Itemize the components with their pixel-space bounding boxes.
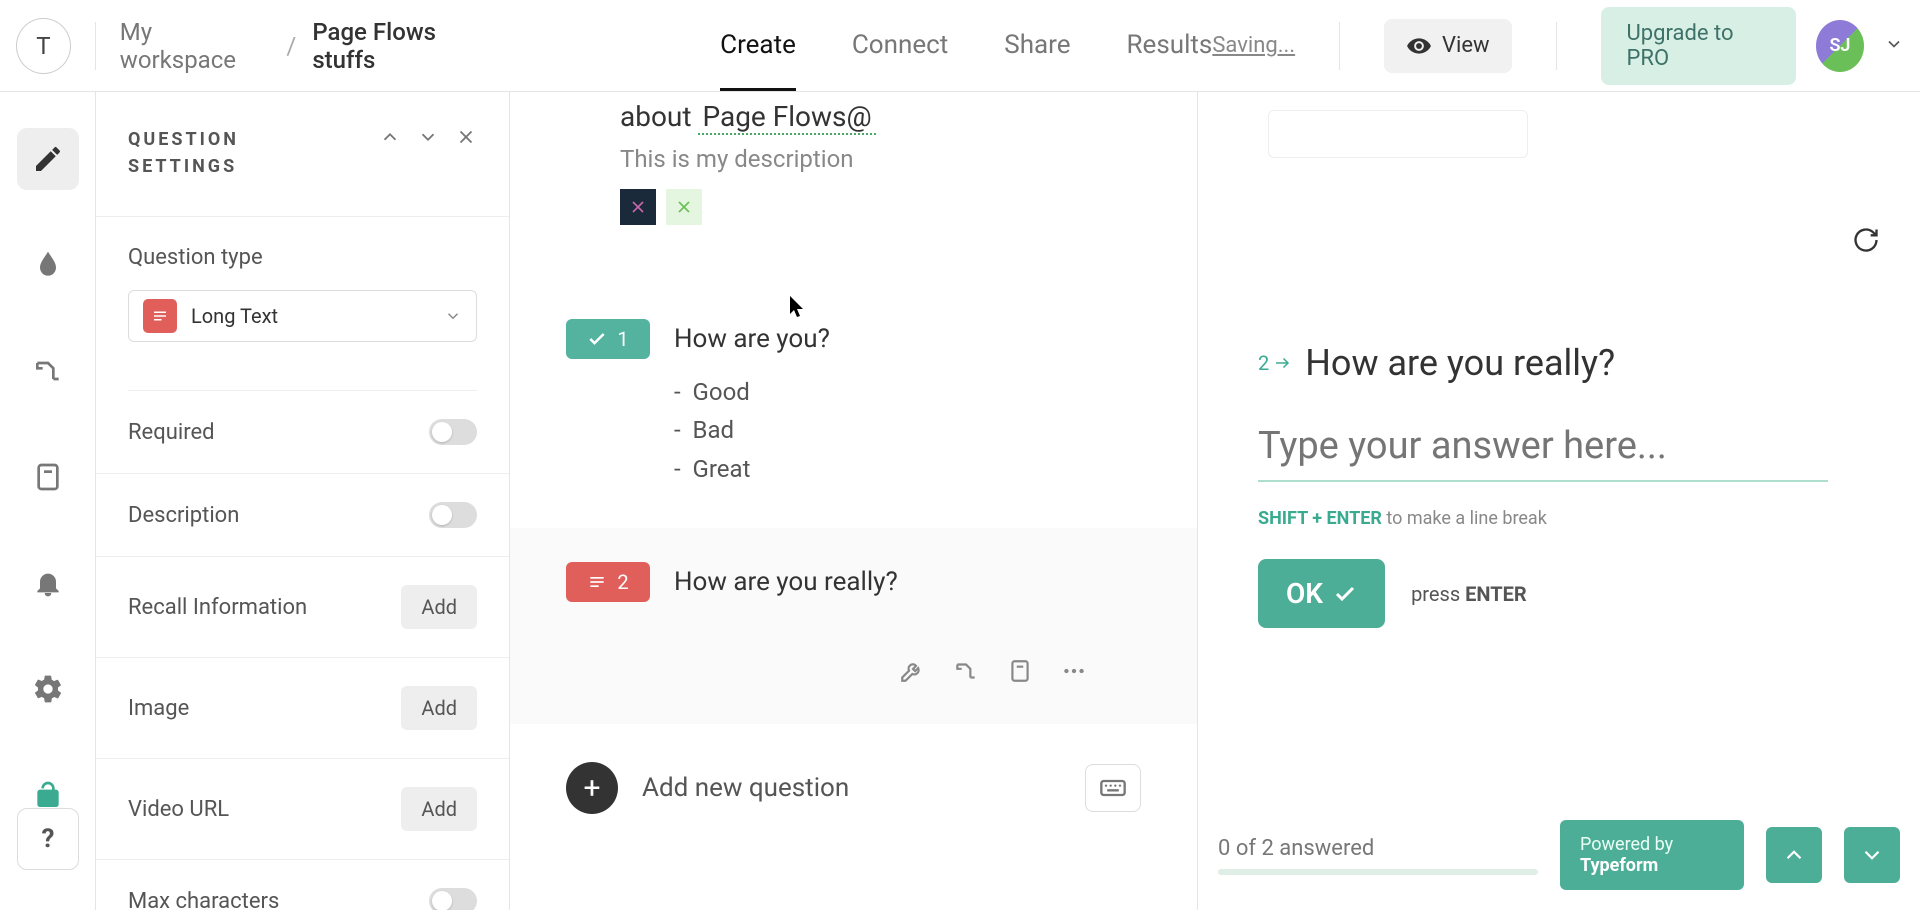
preview-placeholder-box	[1268, 110, 1528, 158]
question-badge-2: 2	[566, 562, 650, 602]
view-button[interactable]: View	[1384, 19, 1512, 73]
answer-hint: SHIFT + ENTER to make a line break	[1258, 508, 1860, 529]
eye-icon	[1406, 33, 1432, 59]
prev-question-icon[interactable]	[379, 126, 401, 152]
image-add-button[interactable]: Add	[401, 686, 477, 730]
question-settings-panel: QUESTION SETTINGS Question type Long Tex…	[96, 92, 510, 910]
close-settings-icon[interactable]	[455, 126, 477, 152]
user-avatar[interactable]: SJ	[1816, 20, 1864, 72]
welcome-title: about Page Flows@	[620, 100, 1141, 135]
rail-calculator-icon[interactable]	[17, 446, 79, 508]
maxchars-toggle[interactable]	[429, 888, 477, 910]
description-toggle[interactable]	[429, 502, 477, 528]
preview-footer: 0 of 2 answered Powered by Typeform	[1218, 820, 1900, 890]
rail-design-icon[interactable]	[17, 234, 79, 296]
tab-create[interactable]: Create	[720, 30, 796, 91]
breadcrumb-workspace[interactable]: My workspace	[120, 18, 271, 74]
question-number-1: 1	[617, 327, 628, 351]
next-nav-button[interactable]	[1844, 827, 1900, 883]
answer-input[interactable]	[1258, 424, 1828, 482]
press-enter-hint: press ENTER	[1411, 582, 1527, 606]
tab-results[interactable]: Results	[1127, 30, 1213, 61]
view-label: View	[1442, 33, 1490, 58]
recall-add-button[interactable]: Add	[401, 585, 477, 629]
chevron-down-icon	[444, 307, 462, 325]
recall-label: Recall Information	[128, 595, 307, 620]
question-type-value: Long Text	[191, 304, 278, 328]
required-label: Required	[128, 420, 215, 445]
saving-indicator: Saving...	[1212, 33, 1295, 58]
rail-settings-icon[interactable]	[17, 658, 79, 720]
add-question-button[interactable]: +	[566, 762, 618, 814]
divider	[1556, 22, 1557, 70]
preview-question-header: 2 How are you really?	[1258, 342, 1860, 384]
question-type-select[interactable]: Long Text	[128, 290, 477, 342]
image-thumbnail[interactable]	[620, 189, 656, 225]
question-options-1: - Good - Bad - Great	[674, 373, 1141, 488]
recall-chip[interactable]: Page Flows@	[698, 100, 875, 135]
logic-tool-icon[interactable]	[953, 658, 979, 684]
video-label: Video URL	[128, 797, 229, 822]
settings-title: QUESTION SETTINGS	[128, 126, 239, 180]
keyboard-button[interactable]	[1085, 764, 1141, 812]
preview-question-title: How are you really?	[1305, 342, 1615, 384]
rail-logic-icon[interactable]	[17, 340, 79, 402]
option: Bad	[693, 416, 735, 444]
prev-nav-button[interactable]	[1766, 827, 1822, 883]
ok-button[interactable]: OK	[1258, 559, 1385, 628]
tab-share[interactable]: Share	[1004, 30, 1070, 61]
settings-tool-icon[interactable]	[899, 658, 925, 684]
option: Good	[693, 378, 750, 406]
next-question-icon[interactable]	[417, 126, 439, 152]
breadcrumb-form-name[interactable]: Page Flows stuffs	[312, 18, 500, 74]
rail-notifications-icon[interactable]	[17, 552, 79, 614]
question-block-1[interactable]: 1 How are you? - Good - Bad - Great	[510, 285, 1197, 528]
progress-text: 0 of 2 answered	[1218, 836, 1538, 861]
tab-connect[interactable]: Connect	[852, 30, 948, 61]
preview-question-number: 2	[1258, 351, 1291, 375]
option: Great	[693, 455, 751, 483]
image-label: Image	[128, 696, 189, 721]
upgrade-button[interactable]: Upgrade to PRO	[1601, 7, 1796, 85]
calculator-tool-icon[interactable]	[1007, 658, 1033, 684]
question-block-2[interactable]: 2 How are you really?	[510, 528, 1197, 724]
video-add-button[interactable]: Add	[401, 787, 477, 831]
chevron-down-icon[interactable]	[1884, 34, 1904, 58]
add-question-label: Add new question	[642, 773, 849, 803]
rail-build-icon[interactable]	[17, 128, 79, 190]
help-button[interactable]: ?	[17, 808, 79, 870]
description-label: Description	[128, 503, 239, 528]
powered-by-badge[interactable]: Powered by Typeform	[1560, 820, 1744, 890]
breadcrumb: My workspace / Page Flows stuffs	[120, 18, 500, 74]
refresh-preview-icon[interactable]	[1842, 216, 1890, 264]
question-editor: about Page Flows@ This is my description…	[510, 92, 1198, 910]
long-text-icon	[143, 299, 177, 333]
welcome-title-prefix: about	[620, 100, 698, 133]
breadcrumb-separator: /	[286, 32, 296, 60]
question-number-2: 2	[617, 570, 628, 594]
remove-image-icon[interactable]	[666, 189, 702, 225]
maxchars-label: Max characters	[128, 889, 279, 910]
welcome-description: This is my description	[620, 145, 1141, 173]
left-rail: ?	[0, 92, 96, 910]
more-tool-icon[interactable]	[1061, 658, 1087, 684]
question-badge-1: 1	[566, 319, 650, 359]
add-question-row: + Add new question	[510, 724, 1197, 852]
progress-bar	[1218, 869, 1538, 875]
form-preview: 2 How are you really? SHIFT + ENTER to m…	[1198, 92, 1920, 910]
question-toolbar	[566, 602, 1141, 684]
org-avatar[interactable]: T	[16, 18, 71, 74]
divider	[95, 22, 96, 70]
main-tabs: Create Connect Share Results	[720, 30, 1212, 61]
question-type-label: Question type	[128, 245, 477, 270]
divider	[1339, 22, 1340, 70]
required-toggle[interactable]	[429, 419, 477, 445]
question-text-2[interactable]: How are you really?	[674, 567, 898, 597]
welcome-block[interactable]: about Page Flows@ This is my description	[510, 92, 1197, 285]
question-text-1[interactable]: How are you?	[674, 324, 830, 354]
